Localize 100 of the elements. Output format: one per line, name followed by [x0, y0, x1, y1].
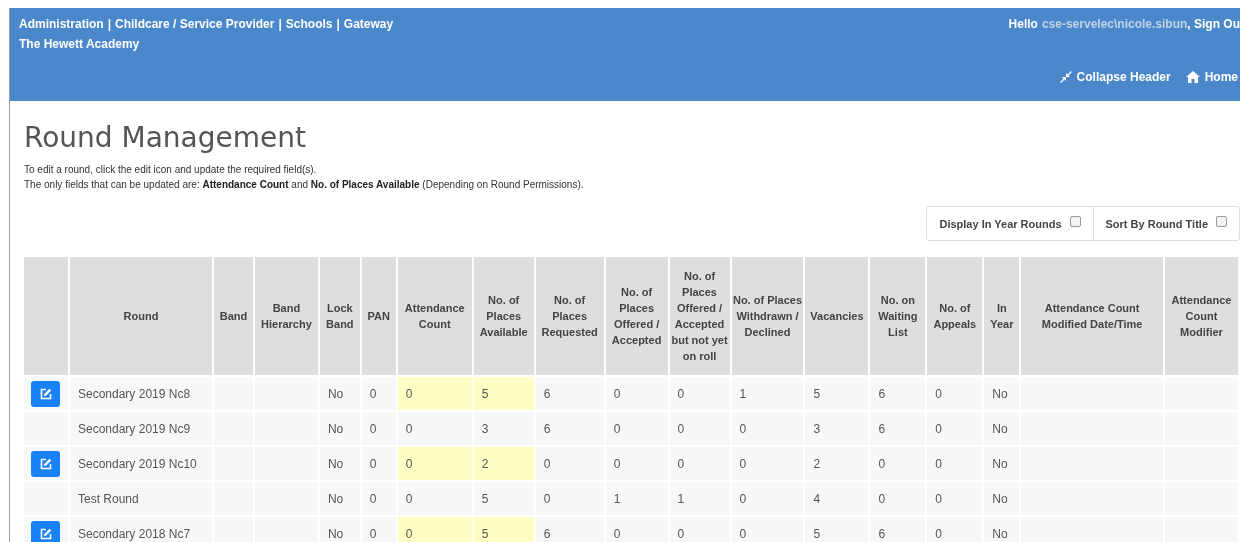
- table-cell: 0: [361, 482, 396, 515]
- table-cell: 2: [805, 447, 869, 480]
- table-cell: 0: [361, 447, 396, 480]
- editable-cell: 5: [473, 517, 534, 542]
- filter-option[interactable]: Display In Year Rounds: [927, 207, 1093, 240]
- greeting-text: Hello: [1008, 17, 1038, 31]
- table-cell: 6: [870, 517, 926, 542]
- table-cell: 5: [805, 517, 869, 542]
- editable-cell: 5: [473, 377, 534, 410]
- column-header: Lock Band: [319, 257, 360, 375]
- table-cell: 0: [870, 447, 926, 480]
- checkbox[interactable]: [1069, 216, 1081, 227]
- table-cell: Secondary 2019 Nc10: [70, 447, 212, 480]
- table-cell: 0: [731, 447, 804, 480]
- table-cell: Secondary 2018 Nc7: [70, 517, 212, 542]
- table-cell: 0: [927, 412, 983, 445]
- edit-button[interactable]: [31, 380, 60, 407]
- table-cell: 3: [473, 412, 534, 445]
- edit-icon: [39, 457, 52, 470]
- collapse-icon: [1059, 71, 1072, 83]
- column-header: No. of Appeals: [927, 257, 983, 375]
- table-cell: 0: [927, 377, 983, 410]
- table-cell: 0: [927, 517, 983, 542]
- table-cell: 6: [535, 412, 604, 445]
- edit-icon: [39, 527, 52, 540]
- column-header: Attendance Count: [397, 257, 472, 375]
- table-cell: 0: [731, 482, 804, 515]
- column-header: No. of Places Withdrawn / Declined: [731, 257, 804, 375]
- table-cell: 1: [731, 377, 804, 410]
- home-link[interactable]: Home: [1185, 70, 1238, 84]
- table-cell: 0: [731, 412, 804, 445]
- table-cell: 0: [361, 517, 396, 542]
- table-cell: 1: [605, 482, 668, 515]
- column-header: Round: [70, 257, 212, 375]
- table-cell: 3: [805, 412, 869, 445]
- nav-link[interactable]: Schools: [285, 17, 333, 31]
- column-header: No. on Waiting List: [870, 257, 926, 375]
- table-cell: 0: [535, 447, 604, 480]
- table-cell: 0: [731, 517, 804, 542]
- table-cell: 0: [605, 447, 668, 480]
- table-cell: No: [319, 412, 360, 445]
- table-cell: 0: [870, 482, 926, 515]
- organisation-name: The Hewett Academy: [19, 37, 141, 51]
- nav-link[interactable]: Childcare / Service Provider: [115, 17, 275, 31]
- column-header: Band: [213, 257, 253, 375]
- table-cell: 4: [805, 482, 869, 515]
- editable-cell: 0: [397, 517, 472, 542]
- column-header: PAN: [361, 257, 396, 375]
- table-cell: 1: [669, 482, 730, 515]
- edit-icon: [39, 387, 52, 400]
- edit-button[interactable]: [31, 450, 60, 477]
- page-title: Round Management: [24, 121, 307, 154]
- table-cell: No: [319, 447, 360, 480]
- column-header: No. of Places Offered / Accepted but not yet on roll: [669, 257, 730, 375]
- table-cell: 0: [927, 447, 983, 480]
- table-cell: No: [984, 412, 1020, 445]
- table-cell: 6: [535, 517, 604, 542]
- collapse-header-link[interactable]: Collapse Header: [1059, 70, 1171, 84]
- table-cell: No: [984, 517, 1020, 542]
- editable-cell: 0: [397, 377, 472, 410]
- table-cell: No: [984, 482, 1020, 515]
- column-header: Band Hierarchy: [254, 257, 318, 375]
- table-cell: 0: [669, 517, 730, 542]
- table-cell: 0: [397, 482, 472, 515]
- edit-button[interactable]: [31, 520, 60, 542]
- table-cell: No: [319, 517, 360, 542]
- column-header: Attendance Count Modifier: [1164, 257, 1238, 375]
- table-cell: Test Round: [70, 482, 212, 515]
- column-header: Attendance Count Modified Date/Time: [1021, 257, 1163, 375]
- home-icon: [1185, 71, 1200, 83]
- table-cell: 0: [927, 482, 983, 515]
- sign-out-link[interactable]: , Sign Ou: [1187, 17, 1240, 31]
- table-cell: Secondary 2019 Nc9: [70, 412, 212, 445]
- checkbox[interactable]: [1216, 216, 1227, 227]
- table-cell: 5: [473, 482, 534, 515]
- separator: |: [278, 17, 282, 31]
- table-cell: 0: [397, 412, 472, 445]
- instruction-text: The only fields that can be updated are: Attendance Count and No. of Places Available (Depending on Round Permissions).: [24, 178, 585, 192]
- table-cell: 0: [669, 377, 730, 410]
- table-cell: No: [319, 377, 360, 410]
- filter-option[interactable]: Sort By Round Title: [1092, 207, 1239, 240]
- table-cell: No: [984, 377, 1020, 410]
- table-cell: 0: [361, 412, 396, 445]
- table-cell: 6: [870, 377, 926, 410]
- column-header: No. of Places Offered / Accepted: [605, 257, 668, 375]
- editable-cell: 2: [473, 447, 534, 480]
- table-cell: 6: [535, 377, 604, 410]
- table-cell: 0: [605, 517, 668, 542]
- table-cell: Secondary 2019 Nc8: [70, 377, 212, 410]
- column-header: No. of Places Available: [473, 257, 534, 375]
- table-cell: 6: [870, 412, 926, 445]
- separator: |: [107, 17, 112, 31]
- nav-link[interactable]: Gateway: [343, 17, 394, 31]
- separator: |: [336, 17, 340, 31]
- table-cell: 0: [669, 447, 730, 480]
- nav-link[interactable]: Administration: [19, 17, 104, 31]
- table-cell: 0: [605, 377, 668, 410]
- table-cell: 0: [605, 412, 668, 445]
- column-header: No. of Places Requested: [535, 257, 604, 375]
- instruction-text: To edit a round, click the edit icon and update the required field(s).: [24, 163, 318, 177]
